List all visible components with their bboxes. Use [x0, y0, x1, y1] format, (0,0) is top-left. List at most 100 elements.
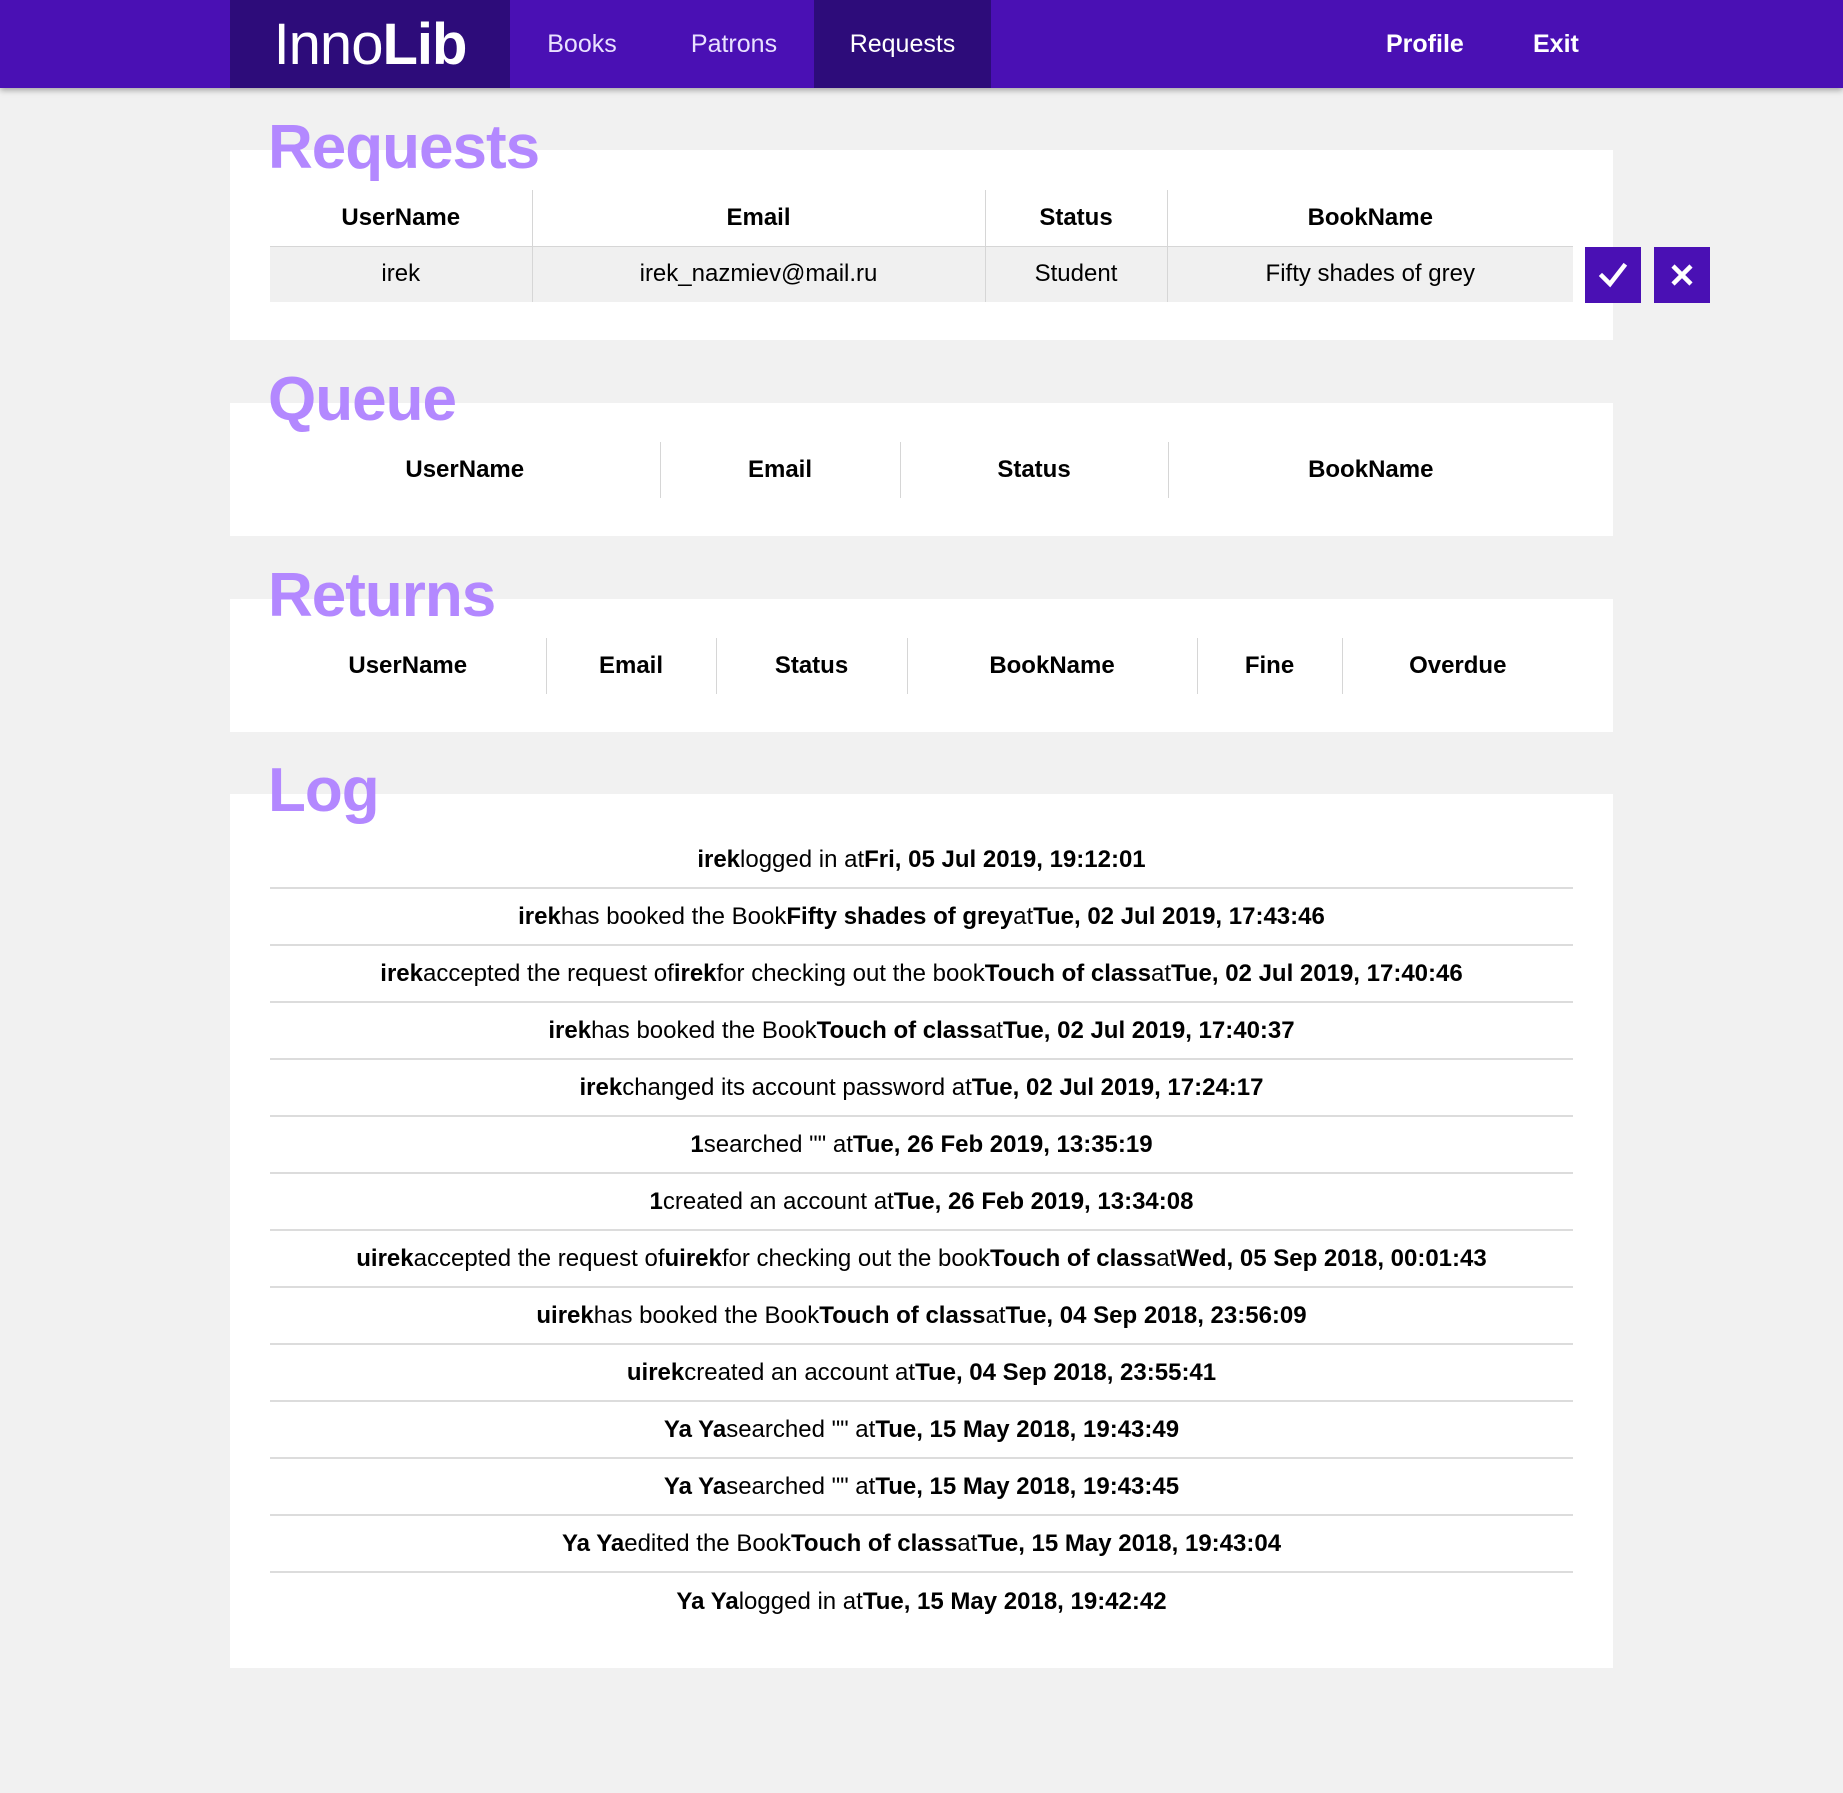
log-entry-highlight: Ya Ya	[663, 1415, 727, 1443]
log-entry-highlight: irek	[518, 902, 561, 930]
nav-exit[interactable]: Exit	[1533, 0, 1579, 88]
log-entry-highlight: Touch of class	[984, 959, 1151, 987]
log-entry-text: searched "" at	[726, 1415, 876, 1443]
log-entry-highlight: irek	[579, 1073, 623, 1101]
cell-username: irek	[270, 245, 532, 302]
log-entry-highlight: Tue, 04 Sep 2018, 23:55:41	[915, 1358, 1217, 1386]
requests-table: UserName Email Status BookName irek irek…	[270, 190, 1573, 302]
queue-title: Queue	[268, 365, 457, 434]
log-entry-text: at	[982, 1016, 1003, 1044]
logo-bold-text: Lib	[382, 11, 467, 77]
log-entry-highlight: 1	[649, 1187, 663, 1215]
log-entry-highlight: uirek	[664, 1244, 722, 1272]
log-list: irek logged in at Fri, 05 Jul 2019, 19:1…	[270, 832, 1573, 1630]
log-entry-text: at	[985, 1301, 1006, 1329]
log-entry-highlight: uirek	[626, 1358, 685, 1386]
col-email: Email	[659, 442, 900, 498]
log-entry-text: has booked the Book	[591, 1016, 817, 1044]
log-entry-highlight: irek	[697, 845, 741, 873]
nav-requests[interactable]: Requests	[814, 0, 991, 88]
log-entry-highlight: uirek	[536, 1301, 594, 1329]
log-entry-text: has booked the Book	[560, 902, 787, 930]
log-entry-highlight: Ya Ya	[663, 1472, 727, 1500]
returns-table: UserName Email Status BookName Fine Over…	[270, 638, 1573, 694]
reject-request-button[interactable]	[1654, 247, 1710, 303]
col-email: Email	[545, 638, 716, 694]
log-entry: Ya Ya logged in at Tue, 15 May 2018, 19:…	[270, 1573, 1573, 1630]
log-entry-highlight: Wed, 05 Sep 2018, 00:01:43	[1176, 1244, 1487, 1272]
log-entry: uirek has booked the Book Touch of class…	[270, 1288, 1573, 1345]
table-row: irek irek_nazmiev@mail.ru Student Fifty …	[270, 245, 1573, 302]
log-entry: uirek created an account at Tue, 04 Sep …	[270, 1345, 1573, 1402]
log-entry-highlight: irek	[380, 959, 423, 987]
log-entry: 1 searched "" at Tue, 26 Feb 2019, 13:35…	[270, 1117, 1573, 1174]
log-entry-highlight: irek	[673, 959, 717, 987]
log-entry-text: searched "" at	[726, 1472, 876, 1500]
col-bookname: BookName	[1166, 190, 1573, 246]
col-username: UserName	[341, 203, 461, 231]
log-entry: irek has booked the Book Touch of class …	[270, 1003, 1573, 1060]
cell-email: irek_nazmiev@mail.ru	[531, 245, 985, 302]
log-entry-highlight: Touch of class	[816, 1016, 983, 1044]
log-entry-highlight: Tue, 02 Jul 2019, 17:43:46	[1033, 902, 1325, 930]
log-entry: irek accepted the request of irek for ch…	[270, 946, 1573, 1003]
nav-profile[interactable]: Profile	[1386, 0, 1464, 88]
nav-patrons[interactable]: Patrons	[654, 0, 814, 88]
log-entry-text: accepted the request of	[413, 1244, 665, 1272]
log-entry-text: created an account at	[662, 1187, 894, 1215]
log-entry: 1 created an account at Tue, 26 Feb 2019…	[270, 1174, 1573, 1231]
log-entry: irek changed its account password at Tue…	[270, 1060, 1573, 1117]
log-entry-text: accepted the request of	[422, 959, 674, 987]
cell-bookname: Fifty shades of grey	[1166, 245, 1573, 302]
log-entry: Ya Ya edited the Book Touch of class at …	[270, 1516, 1573, 1573]
log-entry-text: changed its account password at	[622, 1073, 972, 1101]
returns-header-row: UserName Email Status BookName Fine Over…	[270, 638, 1573, 694]
log-entry: Ya Ya searched "" at Tue, 15 May 2018, 1…	[270, 1459, 1573, 1516]
log-entry-text: has booked the Book	[593, 1301, 820, 1329]
log-entry-highlight: Tue, 15 May 2018, 19:43:49	[875, 1415, 1180, 1443]
log-entry-highlight: Ya Ya	[676, 1587, 739, 1615]
col-bookname: BookName	[1167, 442, 1573, 498]
log-entry-highlight: Tue, 04 Sep 2018, 23:56:09	[1005, 1301, 1307, 1329]
log-entry-highlight: Tue, 02 Jul 2019, 17:40:37	[1002, 1016, 1295, 1044]
log-entry-text: for checking out the book	[716, 959, 985, 987]
log-entry-highlight: uirek	[356, 1244, 414, 1272]
col-email: Email	[531, 190, 985, 246]
check-icon	[1598, 262, 1628, 288]
col-overdue: Overdue	[1341, 638, 1573, 694]
log-entry-highlight: Tue, 15 May 2018, 19:43:04	[977, 1529, 1282, 1557]
col-status: Status	[899, 442, 1168, 498]
returns-title: Returns	[268, 561, 496, 630]
log-entry-text: at	[1013, 902, 1034, 930]
log-entry-highlight: Tue, 15 May 2018, 19:42:42	[862, 1587, 1167, 1615]
log-entry-highlight: Tue, 02 Jul 2019, 17:24:17	[971, 1073, 1264, 1101]
log-entry-highlight: Ya Ya	[561, 1529, 625, 1557]
log-entry-highlight: Tue, 26 Feb 2019, 13:34:08	[893, 1187, 1194, 1215]
accept-request-button[interactable]	[1585, 247, 1641, 303]
log-entry: uirek accepted the request of uirek for …	[270, 1231, 1573, 1288]
log-entry-text: logged in at	[740, 845, 865, 873]
log-entry-text: logged in at	[738, 1587, 863, 1615]
log-entry-highlight: Fifty shades of grey	[786, 902, 1014, 930]
log-entry-text: at	[957, 1529, 978, 1557]
log-entry: irek logged in at Fri, 05 Jul 2019, 19:1…	[270, 832, 1573, 889]
log-entry-highlight: irek	[548, 1016, 592, 1044]
cell-status: Student	[984, 245, 1167, 302]
col-status: Status	[984, 190, 1167, 246]
log-entry-highlight: Tue, 26 Feb 2019, 13:35:19	[852, 1130, 1153, 1158]
log-title: Log	[268, 756, 380, 825]
requests-title: Requests	[268, 113, 540, 182]
log-entry-highlight: Touch of class	[791, 1529, 958, 1557]
requests-header-row: UserName Email Status BookName	[270, 190, 1573, 246]
col-bookname: BookName	[906, 638, 1197, 694]
log-entry: irek has booked the Book Fifty shades of…	[270, 889, 1573, 946]
log-entry-highlight: Tue, 15 May 2018, 19:43:45	[875, 1472, 1180, 1500]
queue-header-row: UserName Email Status BookName	[270, 442, 1573, 498]
log-entry-highlight: 1	[690, 1130, 704, 1158]
nav-books[interactable]: Books	[510, 0, 654, 88]
log-entry-text: edited the Book	[624, 1529, 792, 1557]
log-entry-text: at	[1156, 1244, 1177, 1272]
log-entry-highlight: Touch of class	[990, 1244, 1157, 1272]
innolib-logo[interactable]: Inno Lib	[230, 0, 510, 88]
col-fine: Fine	[1196, 638, 1342, 694]
